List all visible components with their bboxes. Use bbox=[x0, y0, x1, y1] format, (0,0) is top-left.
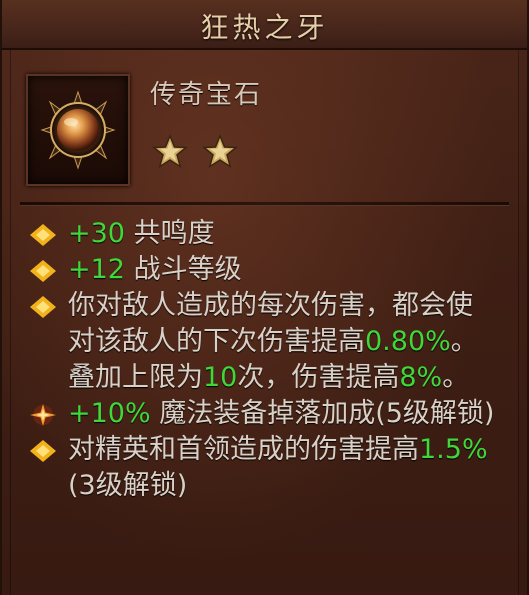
rank-stars bbox=[152, 134, 238, 170]
diamond-bullet-icon bbox=[30, 224, 56, 246]
property-value: 10 bbox=[203, 362, 238, 393]
title-bar: 狂热之牙 bbox=[2, 0, 527, 50]
property-text: 共鸣度 bbox=[124, 218, 215, 249]
property-combat-level: +12 战斗等级 bbox=[28, 252, 498, 288]
property-text: 对精英和首领造成的伤害提高 bbox=[68, 434, 419, 465]
item-tooltip: 狂热之牙 传奇宝石 +30 共鸣度 +12 战斗等级 你对敌人造成的每次伤害，都… bbox=[0, 0, 529, 595]
item-name: 狂热之牙 bbox=[200, 11, 329, 44]
item-icon-frame bbox=[26, 74, 130, 186]
property-elite-damage: 对精英和首领造成的伤害提高1.5% (3级解锁) bbox=[28, 432, 498, 504]
item-header: 传奇宝石 bbox=[2, 50, 527, 196]
property-text: 。 bbox=[442, 362, 470, 393]
rank-star-icon bbox=[202, 134, 238, 170]
rank-star-icon bbox=[152, 134, 188, 170]
property-text: 次，伤害提高 bbox=[237, 362, 400, 393]
property-list: +30 共鸣度 +12 战斗等级 你对敌人造成的每次伤害，都会使对该敌人的下次伤… bbox=[28, 214, 498, 504]
property-text: 战斗等级 bbox=[124, 254, 242, 285]
legendary-gem-icon bbox=[40, 90, 116, 170]
property-resonance: +30 共鸣度 bbox=[28, 216, 498, 252]
property-magic-find: +10% 魔法装备掉落加成(5级解锁) bbox=[28, 396, 498, 432]
property-value: 0.80% bbox=[365, 326, 451, 357]
property-text: (3级解锁) bbox=[68, 470, 188, 501]
property-value: +30 bbox=[68, 218, 125, 249]
sparkle-bullet-icon bbox=[30, 404, 56, 426]
item-type: 传奇宝石 bbox=[150, 80, 263, 110]
property-value: +10% bbox=[68, 398, 151, 429]
property-value: 1.5% bbox=[419, 434, 488, 465]
diamond-bullet-icon bbox=[30, 296, 56, 318]
property-value: 8% bbox=[399, 362, 443, 393]
diamond-bullet-icon bbox=[30, 260, 56, 282]
property-value: +12 bbox=[68, 254, 125, 285]
property-text: 魔法装备掉落加成(5级解锁) bbox=[150, 398, 495, 429]
section-divider bbox=[20, 202, 509, 206]
diamond-bullet-icon bbox=[30, 440, 56, 462]
property-damage-stack: 你对敌人造成的每次伤害，都会使对该敌人的下次伤害提高0.80%。叠加上限为10次… bbox=[28, 288, 498, 396]
